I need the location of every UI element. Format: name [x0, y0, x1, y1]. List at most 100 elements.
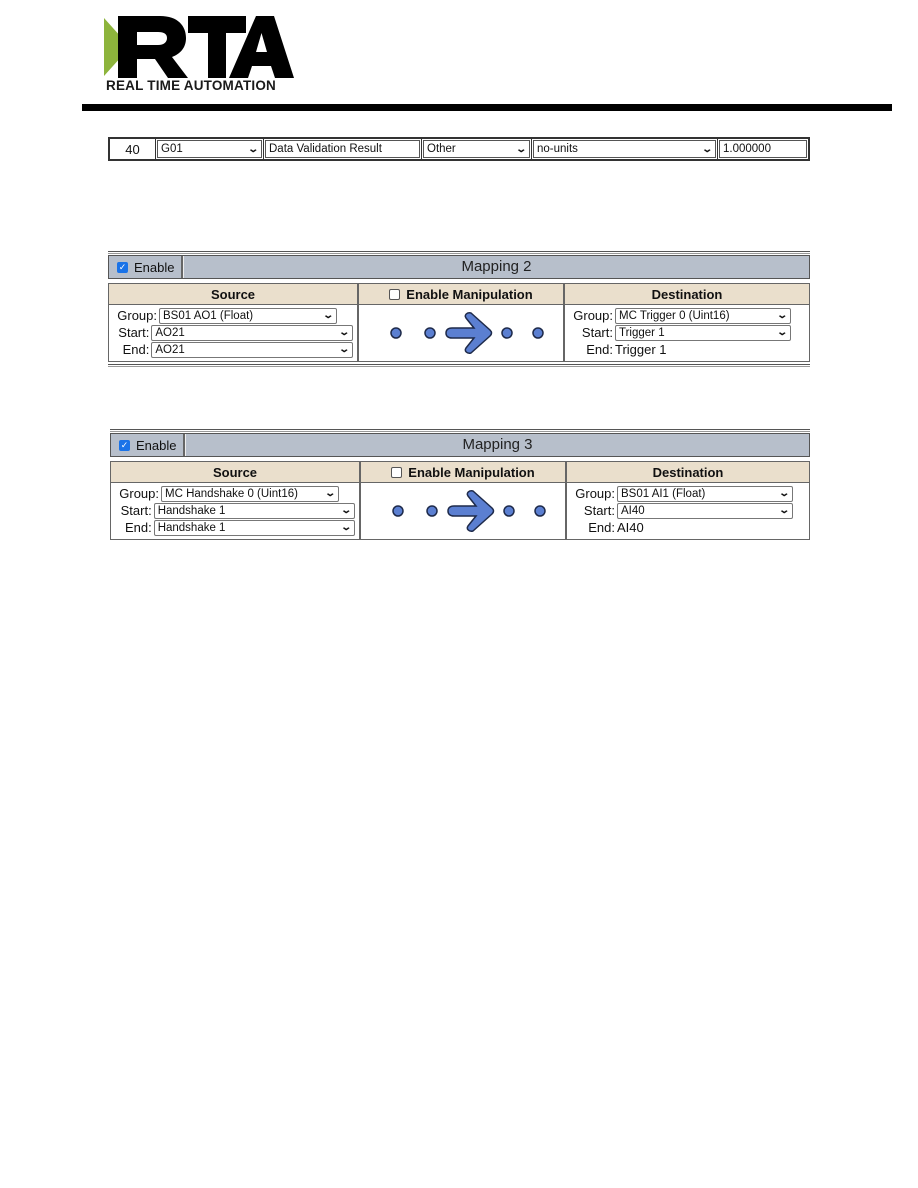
source-panel: Source Group: BS01 AO1 (Float) ⌄ Start: … [108, 283, 358, 362]
end-label: End: [586, 342, 613, 357]
enable-manipulation-label: Enable Manipulation [406, 286, 533, 302]
source-header: Source [111, 462, 359, 483]
chevron-down-icon: ⌄ [339, 521, 352, 533]
source-panel: Source Group: MC Handshake 0 (Uint16) ⌄ … [110, 461, 360, 540]
header-divider [82, 104, 892, 111]
group-select[interactable]: G01 ⌄ [157, 140, 262, 158]
chevron-down-icon: ⌄ [323, 487, 336, 499]
point-index: 40 [110, 139, 156, 159]
start-label: Start: [120, 503, 152, 518]
divider [108, 364, 810, 367]
source-group-value: BS01 AO1 (Float) [163, 309, 254, 322]
destination-end-value: AI40 [617, 520, 644, 535]
destination-header: Destination [567, 462, 809, 483]
mapping-3: ✓ Enable Mapping 3 Source Group: MC Hand… [110, 429, 810, 540]
destination-group-select[interactable]: BS01 AI1 (Float) ⌄ [617, 485, 793, 502]
logo-tagline: REAL TIME AUTOMATION [106, 78, 276, 93]
flow-dot [534, 505, 546, 517]
destination-end-value: Trigger 1 [615, 342, 667, 357]
enable-label: Enable [136, 437, 177, 453]
destination-panel: Destination Group: MC Trigger 0 (Uint16)… [564, 283, 810, 362]
chevron-down-icon: ⌄ [321, 309, 334, 321]
chevron-down-icon: ⌄ [514, 144, 527, 155]
group-select-value: G01 [161, 143, 183, 155]
chevron-down-icon: ⌄ [339, 504, 352, 516]
chevron-down-icon: ⌄ [777, 504, 790, 516]
manipulation-panel: Enable Manipulation [358, 283, 564, 362]
group-label: Group: [117, 308, 157, 323]
start-label: Start: [581, 325, 613, 340]
mapping-flow-arrow-icon [390, 312, 544, 354]
manipulation-header[interactable]: Enable Manipulation [359, 284, 563, 305]
chevron-down-icon: ⌄ [775, 309, 788, 321]
enable-label: Enable [134, 259, 175, 275]
chevron-down-icon: ⌄ [337, 326, 350, 338]
arrow-shape [447, 490, 495, 532]
arrow-shape [445, 312, 493, 354]
source-start-value: Handshake 1 [157, 504, 226, 517]
enable-manipulation-checkbox[interactable] [389, 288, 401, 300]
flow-dot [424, 327, 436, 339]
source-end-value: AO21 [155, 343, 185, 356]
type-select[interactable]: Other ⌄ [423, 140, 530, 158]
flow-dot [503, 505, 515, 517]
chevron-down-icon: ⌄ [777, 487, 790, 499]
units-select[interactable]: no-units ⌄ [533, 140, 716, 158]
source-start-select[interactable]: Handshake 1 ⌄ [153, 502, 355, 519]
destination-group-value: BS01 AI1 (Float) [621, 487, 706, 500]
point-config-row: 40 G01 ⌄ Data Validation Result Other ⌄ … [108, 137, 810, 161]
end-label: End: [124, 520, 152, 535]
chevron-down-icon: ⌄ [337, 343, 350, 355]
group-label: Group: [573, 308, 613, 323]
source-group-select[interactable]: BS01 AO1 (Float) ⌄ [159, 307, 337, 324]
rta-logo-mark-icon [104, 16, 294, 78]
source-end-select[interactable]: Handshake 1 ⌄ [153, 519, 355, 536]
value-field[interactable]: 1.000000 [719, 140, 807, 158]
chevron-down-icon: ⌄ [700, 144, 713, 155]
enable-toggle[interactable]: ✓ Enable [109, 256, 183, 278]
destination-start-select[interactable]: Trigger 1 ⌄ [615, 324, 791, 341]
destination-header: Destination [565, 284, 809, 305]
end-label: End: [588, 520, 615, 535]
enable-checkbox[interactable]: ✓ [119, 439, 130, 451]
chevron-down-icon: ⌄ [246, 144, 259, 155]
group-label: Group: [575, 486, 615, 501]
mapping-header: ✓ Enable Mapping 3 [110, 433, 810, 457]
manipulation-panel: Enable Manipulation [360, 461, 566, 540]
end-label: End: [122, 342, 150, 357]
enable-toggle[interactable]: ✓ Enable [111, 434, 185, 456]
mapping-flow-arrow-icon [392, 490, 546, 532]
type-select-value: Other [427, 143, 456, 155]
enable-manipulation-checkbox[interactable] [391, 466, 403, 478]
chevron-down-icon: ⌄ [775, 326, 788, 338]
source-group-select[interactable]: MC Handshake 0 (Uint16) ⌄ [161, 485, 339, 502]
source-start-select[interactable]: AO21 ⌄ [151, 324, 353, 341]
flow-dot [426, 505, 438, 517]
units-select-value: no-units [537, 143, 578, 155]
source-end-select[interactable]: AO21 ⌄ [151, 341, 353, 358]
group-label: Group: [119, 486, 159, 501]
description-field[interactable]: Data Validation Result [265, 140, 420, 158]
enable-manipulation-label: Enable Manipulation [408, 464, 535, 480]
destination-start-select[interactable]: AI40 ⌄ [617, 502, 793, 519]
divider [108, 251, 810, 254]
manipulation-header[interactable]: Enable Manipulation [361, 462, 565, 483]
enable-checkbox[interactable]: ✓ [117, 261, 128, 273]
mapping-header: ✓ Enable Mapping 2 [108, 255, 810, 279]
source-start-value: AO21 [155, 326, 185, 339]
source-end-value: Handshake 1 [157, 521, 226, 534]
rta-logo: REAL TIME AUTOMATION [104, 14, 294, 96]
mapping-2: ✓ Enable Mapping 2 Source Group: BS01 AO… [108, 251, 810, 368]
destination-group-value: MC Trigger 0 (Uint16) [619, 309, 730, 322]
start-label: Start: [583, 503, 615, 518]
destination-start-value: AI40 [621, 504, 645, 517]
source-header: Source [109, 284, 357, 305]
flow-dot [532, 327, 544, 339]
destination-start-value: Trigger 1 [619, 326, 665, 339]
flow-dot [501, 327, 513, 339]
destination-group-select[interactable]: MC Trigger 0 (Uint16) ⌄ [615, 307, 791, 324]
flow-dot [390, 327, 402, 339]
divider [110, 429, 810, 432]
source-group-value: MC Handshake 0 (Uint16) [165, 487, 298, 500]
start-label: Start: [118, 325, 150, 340]
